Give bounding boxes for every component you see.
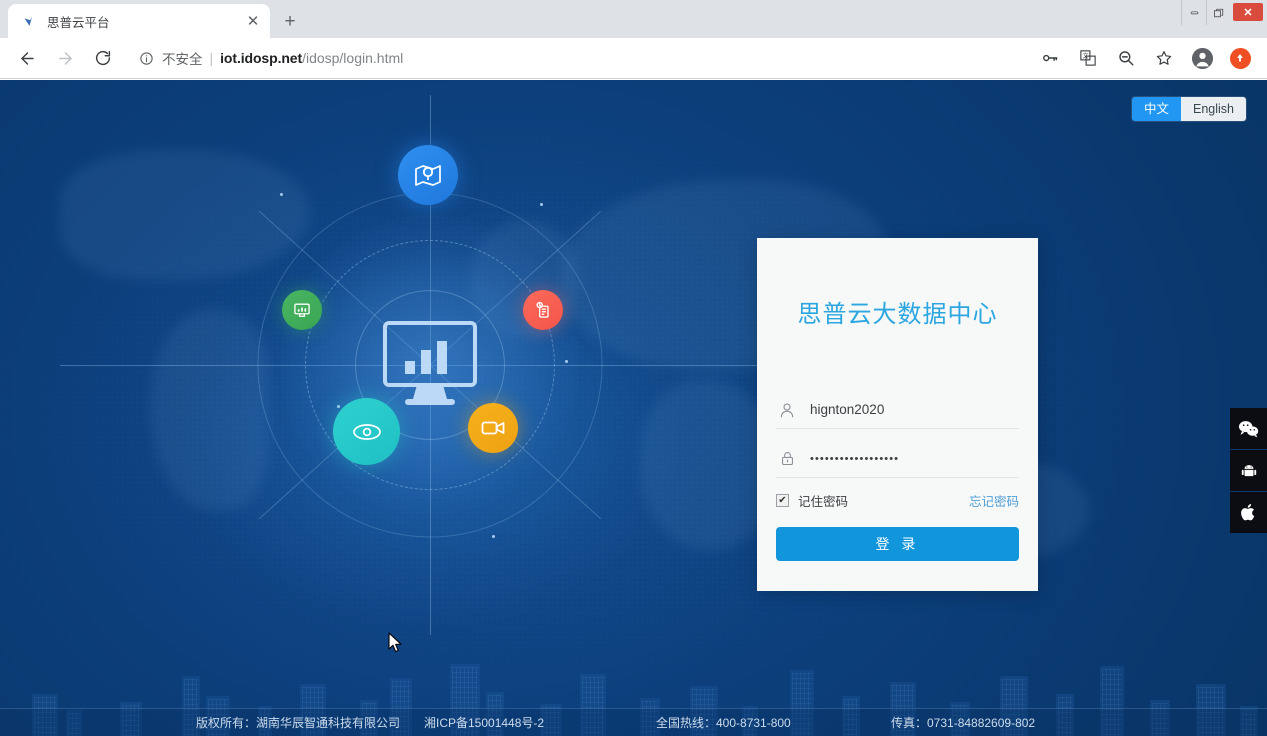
key-icon[interactable] <box>1035 43 1065 73</box>
login-title: 思普云大数据中心 <box>757 238 1038 329</box>
wechat-icon[interactable] <box>1230 408 1267 449</box>
translate-icon[interactable]: 文 <box>1073 43 1103 73</box>
tab-favicon-icon <box>20 12 38 30</box>
apple-icon[interactable] <box>1230 492 1267 533</box>
video-camera-icon[interactable] <box>468 403 518 453</box>
address-bar[interactable]: 不安全 | iot.idosp.net /idosp/login.html <box>130 44 1025 72</box>
window-controls: ✕ <box>1181 0 1267 25</box>
password-field[interactable]: •••••••••••••••••• <box>776 440 1019 478</box>
url-separator: | <box>210 50 214 66</box>
language-option-english[interactable]: English <box>1181 97 1246 121</box>
login-button[interactable]: 登 录 <box>776 527 1019 561</box>
new-tab-button[interactable]: + <box>276 7 304 35</box>
window-minimize-button[interactable] <box>1181 0 1206 25</box>
footer-icp: 湘ICP备15001448号-2 <box>424 714 544 731</box>
bookmark-star-icon[interactable] <box>1149 43 1179 73</box>
monitor-bar-chart-icon <box>376 311 484 419</box>
extension-icon[interactable] <box>1225 43 1255 73</box>
login-page: 中文 English <box>0 80 1267 736</box>
forgot-password-link[interactable]: 忘记密码 <box>969 491 1019 510</box>
url-path: /idosp/login.html <box>302 50 403 66</box>
page-footer: 版权所有：湖南华辰智通科技有限公司 湘ICP备15001448号-2 全国热线：… <box>0 708 1267 736</box>
user-icon <box>776 399 798 421</box>
remember-password-checkbox[interactable]: ✔ <box>776 494 789 507</box>
browser-titlebar: 思普云平台 ✕ + ✕ <box>0 0 1267 38</box>
username-input-value[interactable]: hignton2020 <box>810 402 884 417</box>
svg-text:文: 文 <box>1082 52 1088 60</box>
eye-monitor-icon[interactable] <box>333 398 400 465</box>
tab-title: 思普云平台 <box>47 12 244 31</box>
tab-close-icon[interactable]: ✕ <box>244 12 262 30</box>
zoom-out-icon[interactable] <box>1111 43 1141 73</box>
username-field[interactable]: hignton2020 <box>776 391 1019 429</box>
security-status-label: 不安全 <box>162 48 203 68</box>
window-close-button[interactable]: ✕ <box>1233 3 1263 21</box>
site-info-icon[interactable] <box>138 50 155 67</box>
browser-toolbar: 不安全 | iot.idosp.net /idosp/login.html 文 <box>0 38 1267 79</box>
back-icon[interactable] <box>12 43 42 73</box>
profile-avatar-icon[interactable] <box>1187 43 1217 73</box>
mouse-cursor <box>388 632 403 659</box>
password-input-value[interactable]: •••••••••••••••••• <box>810 453 899 465</box>
lock-icon <box>776 448 798 470</box>
browser-window: 思普云平台 ✕ + ✕ 不安全 | <box>0 0 1267 736</box>
remember-row: ✔ 记住密码 忘记密码 <box>776 491 1019 510</box>
url-host: iot.idosp.net <box>220 50 302 66</box>
remember-password-checkbox-group[interactable]: ✔ 记住密码 <box>776 491 848 510</box>
android-icon[interactable] <box>1230 450 1267 491</box>
toolbar-actions: 文 <box>1031 43 1259 73</box>
language-switch[interactable]: 中文 English <box>1132 97 1246 121</box>
hero-graphic <box>170 105 690 625</box>
monitor-device-icon[interactable] <box>282 290 322 330</box>
map-location-icon[interactable] <box>398 145 458 205</box>
app-download-dock <box>1230 408 1267 534</box>
remember-password-label: 记住密码 <box>798 491 848 510</box>
window-restore-button[interactable] <box>1206 0 1231 25</box>
document-alert-icon[interactable] <box>523 290 563 330</box>
footer-fax: 传真：0731-84882609-802 <box>891 714 1035 731</box>
login-card: 思普云大数据中心 hignton2020 •••••••••••••••••• … <box>757 238 1038 591</box>
footer-hotline: 全国热线：400-8731-800 <box>656 714 791 731</box>
forward-icon[interactable] <box>50 43 80 73</box>
language-option-chinese[interactable]: 中文 <box>1132 97 1181 121</box>
browser-tab[interactable]: 思普云平台 ✕ <box>8 4 270 38</box>
reload-icon[interactable] <box>88 43 118 73</box>
footer-copyright: 版权所有：湖南华辰智通科技有限公司 <box>196 714 400 731</box>
